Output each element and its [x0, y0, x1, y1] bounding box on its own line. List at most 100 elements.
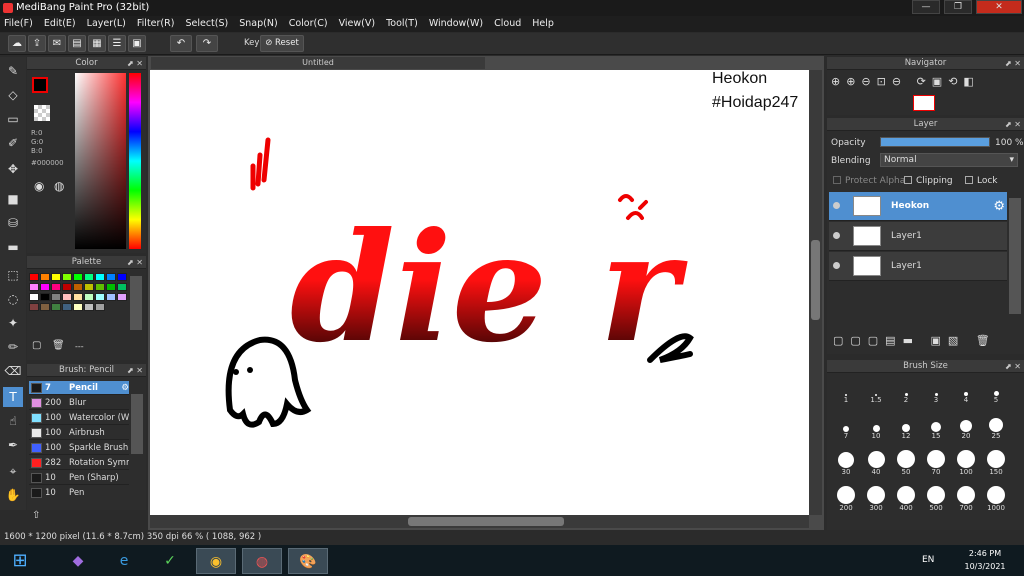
- pen-tool-icon[interactable]: ✐: [3, 133, 23, 153]
- fill-rect-icon[interactable]: ■: [3, 189, 23, 209]
- palette-swatch[interactable]: [62, 293, 72, 301]
- start-button-icon[interactable]: ⊞: [0, 548, 40, 574]
- palette-swatch[interactable]: [51, 303, 61, 311]
- brush-item[interactable]: 282 Rotation Symm: [29, 456, 129, 470]
- protect-alpha-checkbox[interactable]: [833, 176, 841, 184]
- horizontal-scrollbar[interactable]: [150, 515, 809, 528]
- close-icon[interactable]: ⬈ ✕: [1005, 360, 1021, 373]
- visibility-icon[interactable]: [833, 262, 840, 269]
- text-tool-icon[interactable]: T: [3, 387, 23, 407]
- menu-cloud[interactable]: Cloud: [490, 16, 525, 32]
- gear-icon[interactable]: ⚙: [121, 381, 129, 395]
- clipping-checkbox[interactable]: [904, 176, 912, 184]
- menu-tool[interactable]: Tool(T): [382, 16, 422, 32]
- share-icon[interactable]: ⇪: [28, 35, 46, 52]
- close-icon[interactable]: ⬈ ✕: [127, 57, 143, 70]
- brush-size-option[interactable]: 400: [891, 484, 921, 512]
- new-page-icon[interactable]: ▢: [32, 340, 41, 351]
- lasso-tool-icon[interactable]: ◌: [3, 289, 23, 309]
- medibang-icon[interactable]: ◍: [242, 548, 282, 574]
- brush-size-option[interactable]: 1000: [981, 484, 1011, 512]
- layer-scrollbar[interactable]: [1009, 198, 1021, 314]
- brush-item[interactable]: 100 Airbrush: [29, 426, 129, 440]
- palette-swatch[interactable]: [95, 303, 105, 311]
- select-pen-icon[interactable]: ✏: [3, 337, 23, 357]
- palette-swatch[interactable]: [73, 293, 83, 301]
- palette-swatch[interactable]: [29, 293, 39, 301]
- close-button[interactable]: ✕: [976, 0, 1022, 14]
- canvas[interactable]: Heokon #Hoidap247 die r: [150, 70, 809, 515]
- palette-swatch[interactable]: [40, 283, 50, 291]
- palette-swatch[interactable]: [29, 283, 39, 291]
- brush-size-option[interactable]: 1.5: [861, 376, 891, 404]
- palette-swatch[interactable]: [62, 273, 72, 281]
- hand-tool-icon[interactable]: ✋: [3, 485, 23, 505]
- layer-row[interactable]: Heokon ⚙: [829, 192, 1007, 221]
- brush-size-option[interactable]: 5: [981, 376, 1011, 404]
- zoom-controls[interactable]: ⊕⊕⊖⊡⊖ ⟳▣⟲◧: [831, 75, 980, 88]
- close-icon[interactable]: ⬈ ✕: [127, 364, 143, 377]
- palette-swatch[interactable]: [95, 293, 105, 301]
- undo-icon[interactable]: ↶: [170, 35, 192, 52]
- gear-icon[interactable]: ⚙: [993, 192, 1005, 221]
- brush-size-option[interactable]: 12: [891, 412, 921, 440]
- brush-size-option[interactable]: 40: [861, 448, 891, 476]
- visibility-icon[interactable]: [833, 232, 840, 239]
- post-icon[interactable]: ▤: [68, 35, 86, 52]
- brush-size-option[interactable]: 200: [831, 484, 861, 512]
- pipette-icon[interactable]: ⌖: [3, 461, 23, 481]
- chrome-icon[interactable]: ◉: [196, 548, 236, 574]
- palette-swatch[interactable]: [84, 303, 94, 311]
- hue-slider[interactable]: [129, 73, 141, 249]
- close-icon[interactable]: ⬈ ✕: [1005, 57, 1021, 70]
- maximize-button[interactable]: ❐: [944, 0, 972, 14]
- palette-swatch[interactable]: [51, 273, 61, 281]
- brush-size-option[interactable]: 2: [891, 376, 921, 404]
- palette-swatch[interactable]: [73, 303, 83, 311]
- menu-filter[interactable]: Filter(R): [133, 16, 179, 32]
- paint-icon[interactable]: 🎨: [288, 548, 328, 574]
- cloud-icon[interactable]: ☁: [8, 35, 26, 52]
- brush-item[interactable]: 10 Pen: [29, 486, 129, 499]
- brush-size-option[interactable]: 7: [831, 412, 861, 440]
- vertical-scrollbar[interactable]: [809, 70, 822, 515]
- brush-item[interactable]: 100 Sparkle Brush: [29, 441, 129, 455]
- close-icon[interactable]: ⬈ ✕: [1005, 118, 1021, 131]
- visual-studio-icon[interactable]: ◆: [58, 548, 98, 574]
- magic-wand-icon[interactable]: ✦: [3, 313, 23, 333]
- transparent-color[interactable]: [34, 105, 50, 121]
- palette-scrollbar[interactable]: [130, 276, 142, 330]
- select-rect-icon[interactable]: ⬚: [3, 265, 23, 285]
- brush-size-option[interactable]: 700: [951, 484, 981, 512]
- palette-swatch[interactable]: [62, 303, 72, 311]
- redo-icon[interactable]: ↷: [196, 35, 218, 52]
- clock[interactable]: 2:46 PM 10/3/2021: [960, 549, 1010, 571]
- gradient-tool-icon[interactable]: ▬: [3, 237, 23, 257]
- palette-swatch[interactable]: [51, 293, 61, 301]
- palette-swatch[interactable]: [106, 283, 116, 291]
- palette-add-icon[interactable]: ◉: [34, 179, 44, 193]
- canvas-tab[interactable]: Untitled: [151, 57, 485, 69]
- brush-size-option[interactable]: 150: [981, 448, 1011, 476]
- menu-file[interactable]: File(F): [0, 16, 37, 32]
- select-eraser-icon[interactable]: ⌫: [3, 361, 23, 381]
- brush-size-option[interactable]: 70: [921, 448, 951, 476]
- brush-size-option[interactable]: 50: [891, 448, 921, 476]
- menu-layer[interactable]: Layer(L): [83, 16, 130, 32]
- palette-swap-icon[interactable]: ◍: [54, 179, 64, 193]
- doc-icon[interactable]: ▦: [88, 35, 106, 52]
- foreground-color[interactable]: [32, 77, 48, 93]
- palette-swatch[interactable]: [106, 293, 116, 301]
- layer-row[interactable]: Layer1: [829, 222, 1007, 251]
- palette-swatch[interactable]: [73, 273, 83, 281]
- palette-swatch[interactable]: [40, 273, 50, 281]
- comment-icon[interactable]: ✉: [48, 35, 66, 52]
- lock-checkbox[interactable]: [965, 176, 973, 184]
- brush-tool-icon[interactable]: ✎: [3, 61, 23, 81]
- horizontal-scroll-thumb[interactable]: [408, 517, 564, 526]
- palette-swatch[interactable]: [62, 283, 72, 291]
- grid-icon[interactable]: ▣: [128, 35, 146, 52]
- palette-swatch[interactable]: [51, 283, 61, 291]
- brush-size-option[interactable]: 20: [951, 412, 981, 440]
- palette-swatch[interactable]: [117, 273, 127, 281]
